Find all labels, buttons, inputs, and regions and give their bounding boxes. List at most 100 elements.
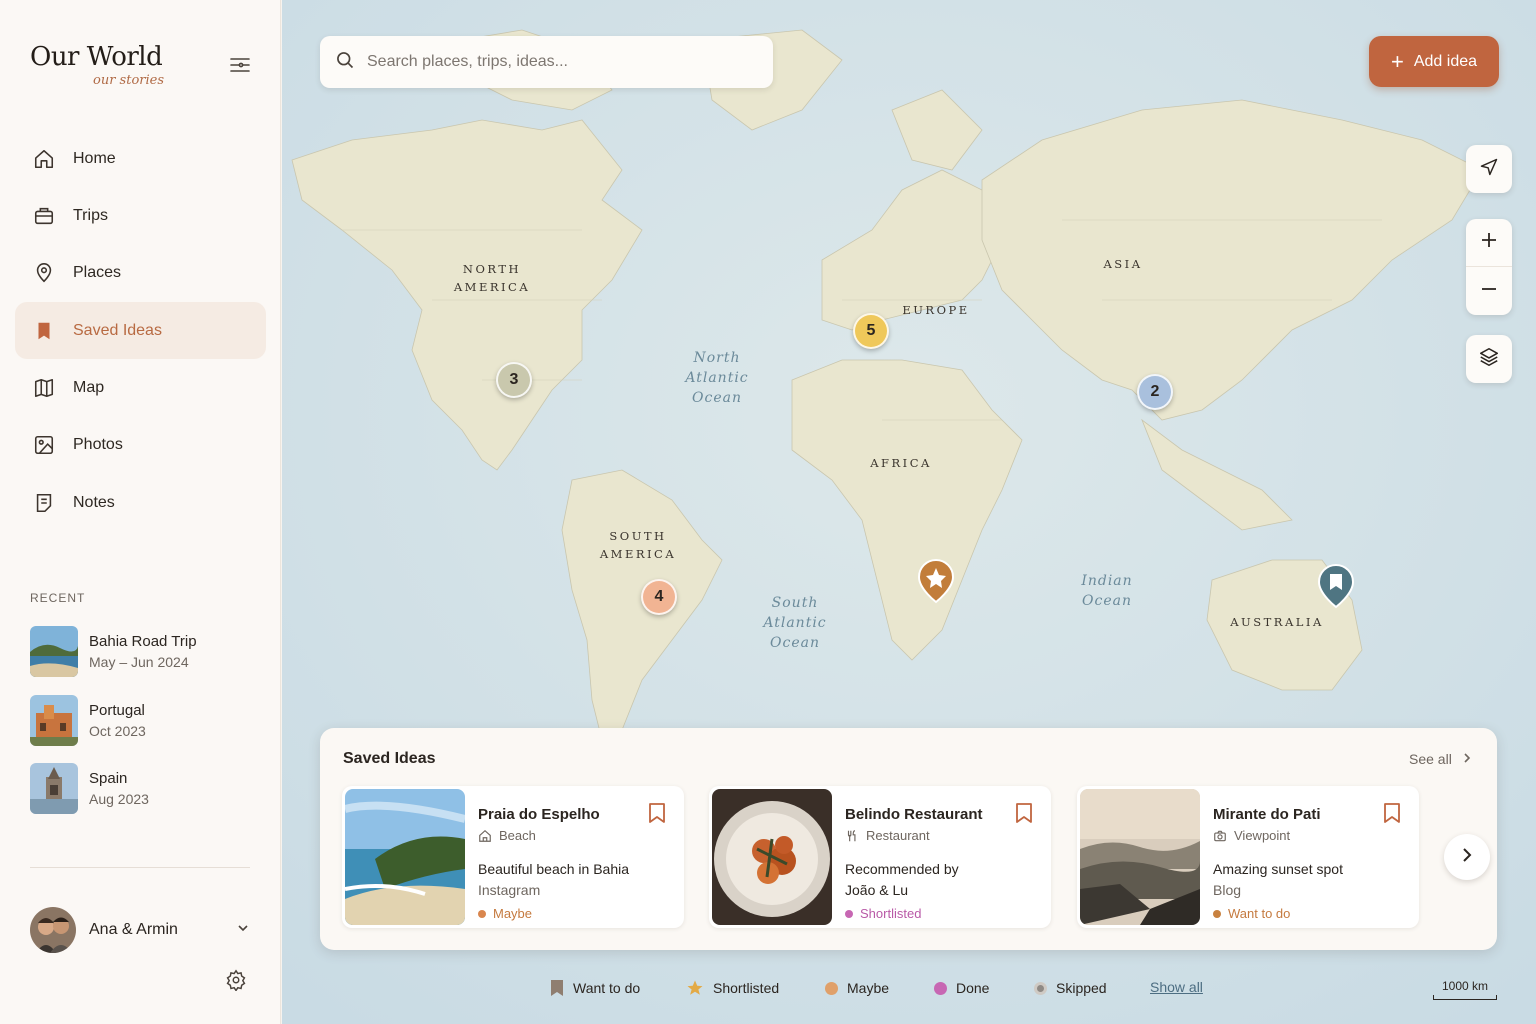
briefcase-icon — [33, 205, 55, 227]
nav-label: Photos — [73, 436, 123, 454]
idea-card-belindo-restaurant[interactable]: Belindo Restaurant Restaurant Recommende… — [709, 786, 1051, 928]
recent-item-portugal[interactable]: Portugal Oct 2023 — [30, 694, 260, 746]
zoom-controls — [1466, 219, 1512, 315]
see-all-link[interactable]: See all — [1409, 751, 1472, 767]
map-cluster-north-america[interactable]: 3 — [496, 362, 532, 398]
legend-label: Shortlisted — [713, 980, 780, 996]
idea-status: Maybe — [478, 906, 532, 921]
recent-date: May – Jun 2024 — [89, 654, 189, 670]
nav-label: Places — [73, 264, 122, 282]
zoom-out-button[interactable] — [1466, 267, 1512, 315]
show-all-link[interactable]: Show all — [1150, 979, 1203, 995]
plus-icon — [1480, 231, 1498, 254]
recent-name: Bahia Road Trip — [89, 633, 197, 650]
avatar — [30, 907, 76, 953]
next-ideas-button[interactable] — [1444, 834, 1490, 880]
idea-source: Instagram — [478, 882, 541, 898]
idea-card-mirante-do-pati[interactable]: Mirante do Pati Viewpoint Amazing sunset… — [1077, 786, 1419, 928]
maybe-dot — [825, 981, 838, 995]
idea-category: Beach — [478, 828, 536, 843]
idea-name: Belindo Restaurant — [845, 806, 983, 823]
idea-source: Blog — [1213, 882, 1242, 898]
recent-thumbnail — [30, 763, 78, 814]
search-bar[interactable] — [320, 36, 773, 88]
idea-card-praia-do-espelho[interactable]: Praia do Espelho Beach Beautiful beach i… — [342, 786, 684, 928]
layers-icon — [1478, 346, 1500, 373]
recent-date: Oct 2023 — [89, 722, 146, 739]
user-menu[interactable]: Ana & Armin — [30, 907, 250, 953]
search-icon — [335, 50, 355, 75]
fork-knife-icon — [847, 829, 856, 841]
sidebar: Our World our stories Home Trips Places … — [0, 0, 281, 1024]
legend-label: Want to do — [573, 980, 641, 996]
nav-item-places[interactable]: Places — [15, 245, 266, 302]
nav-item-photos[interactable]: Photos — [15, 417, 266, 474]
nav-item-home[interactable]: Home — [15, 130, 266, 187]
recent-date: Aug 2023 — [89, 791, 149, 807]
panel-title: Saved Ideas — [343, 750, 436, 767]
nav-item-trips[interactable]: Trips — [15, 187, 266, 244]
status-label: Want to do — [1228, 906, 1291, 921]
continent-label: EUROPE — [902, 303, 970, 317]
camera-icon — [1214, 830, 1226, 841]
map-cluster-south-america[interactable]: 4 — [641, 579, 677, 615]
idea-photo — [712, 789, 832, 925]
idea-category-label: Viewpoint — [1234, 828, 1291, 843]
bookmark-icon[interactable] — [648, 802, 666, 829]
main-nav: Home Trips Places Saved Ideas Map Photos… — [15, 130, 266, 532]
navigation-arrow-icon — [1479, 157, 1499, 182]
idea-category: Viewpoint — [1213, 828, 1290, 843]
idea-description-text: Beautiful beach in Bahia — [478, 861, 629, 877]
idea-photo — [345, 789, 465, 925]
search-input[interactable] — [367, 53, 747, 71]
see-all-label: See all — [1409, 751, 1452, 767]
locate-button[interactable] — [1466, 145, 1512, 193]
skipped-dot — [1034, 981, 1047, 995]
continent-label: NORTH AMERICA — [453, 262, 531, 294]
home-icon — [33, 148, 55, 170]
bookmark-icon[interactable] — [1015, 802, 1033, 829]
nav-item-notes[interactable]: Notes — [15, 474, 266, 531]
continent-label: ASIA — [1103, 257, 1143, 271]
status-label: Shortlisted — [860, 906, 922, 921]
continent-label: AUSTRALIA — [1230, 615, 1324, 629]
idea-description: Amazing sunset spot Blog — [1213, 859, 1403, 901]
notes-icon — [33, 492, 55, 514]
ocean-label: Indian Ocean — [1081, 573, 1133, 609]
add-idea-button[interactable]: + Add idea — [1369, 36, 1499, 87]
recent-name: Portugal — [89, 701, 145, 719]
status-dot — [478, 909, 486, 918]
idea-category-label: Beach — [499, 828, 536, 843]
status-dot — [1213, 909, 1221, 918]
minus-icon — [1480, 280, 1498, 303]
recent-heading: RECENT — [30, 591, 86, 605]
idea-description: Recommended by João & Lu — [845, 859, 1035, 901]
ocean-label: South Atlantic Ocean — [763, 595, 827, 651]
pin-icon — [33, 262, 55, 284]
map-scale: 1000 km — [1433, 979, 1497, 1000]
chevron-right-icon — [1461, 847, 1473, 868]
add-idea-label: Add idea — [1413, 52, 1478, 70]
idea-description-text: Amazing sunset spot — [1213, 861, 1343, 877]
gear-icon[interactable] — [225, 969, 247, 992]
nav-item-map[interactable]: Map — [15, 360, 266, 417]
legend-label: Done — [956, 980, 990, 996]
brand-logo[interactable]: Our World our stories — [30, 42, 164, 88]
sidebar-toggle-icon[interactable] — [228, 54, 252, 76]
nav-label: Saved Ideas — [73, 321, 162, 339]
status-dot — [845, 909, 853, 918]
map-cluster-europe[interactable]: 5 — [853, 313, 889, 349]
done-dot — [934, 981, 947, 995]
continent-label: AFRICA — [870, 456, 932, 470]
zoom-in-button[interactable] — [1466, 219, 1512, 267]
map-cluster-asia[interactable]: 2 — [1137, 374, 1173, 410]
layers-button[interactable] — [1466, 335, 1512, 383]
recent-thumbnail — [30, 694, 78, 746]
bookmark-icon[interactable] — [1383, 802, 1401, 829]
recent-item-spain[interactable]: Spain Aug 2023 — [30, 763, 260, 814]
status-label: Maybe — [493, 906, 533, 921]
recent-item-bahia[interactable]: Bahia Road Trip May – Jun 2024 — [30, 626, 260, 677]
idea-description: Beautiful beach in Bahia Instagram — [478, 859, 668, 901]
nav-label: Trips — [73, 206, 108, 224]
nav-item-saved-ideas[interactable]: Saved Ideas — [15, 302, 266, 360]
